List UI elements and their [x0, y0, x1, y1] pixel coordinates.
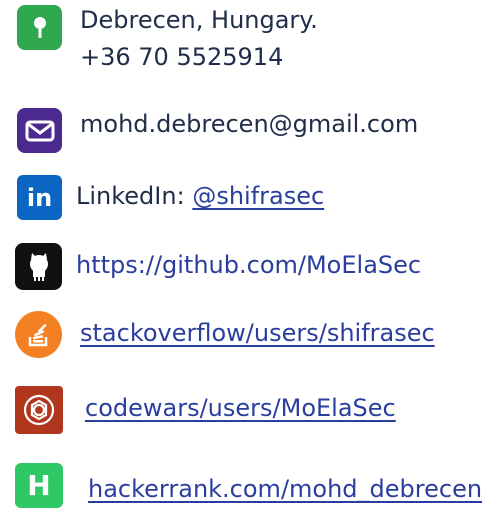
github-link[interactable]: https://github.com/MoElaSec	[76, 250, 421, 280]
map-pin-icon	[17, 5, 62, 50]
codewars-link[interactable]: codewars/users/MoElaSec	[85, 393, 396, 423]
envelope-icon	[17, 108, 62, 153]
codewars-icon[interactable]	[15, 386, 63, 434]
linkedin-row: LinkedIn: @shifrasec	[76, 181, 324, 211]
hackerrank-icon[interactable]: H	[15, 463, 63, 508]
github-icon[interactable]	[15, 243, 62, 290]
location-text: Debrecen, Hungary.	[80, 6, 318, 34]
stackoverflow-link[interactable]: stackoverflow/users/shifrasec	[80, 318, 435, 348]
linkedin-link[interactable]: @shifrasec	[192, 182, 324, 210]
hackerrank-link[interactable]: hackerrank.com/mohd_debrecen	[88, 474, 482, 504]
email-link[interactable]: mohd.debrecen@gmail.com	[80, 109, 418, 139]
stackoverflow-icon[interactable]	[15, 311, 62, 358]
linkedin-icon[interactable]: in	[17, 175, 62, 220]
phone-text: +36 70 5525914	[80, 43, 284, 71]
linkedin-label: LinkedIn:	[76, 182, 185, 210]
